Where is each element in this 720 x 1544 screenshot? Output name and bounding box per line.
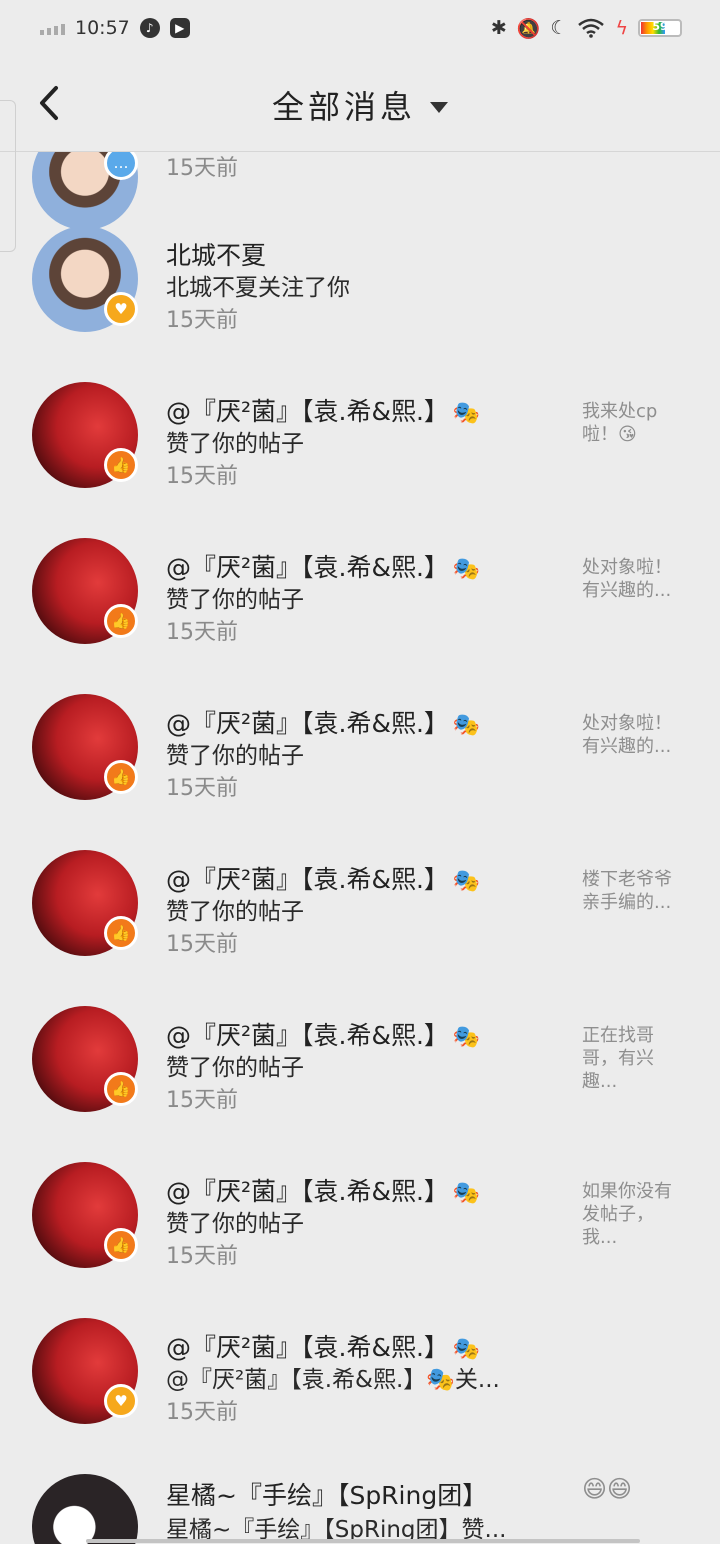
- message-action: 赞了你的帖子: [166, 587, 304, 613]
- post-preview[interactable]: 如果你没有发帖子，我...: [582, 1180, 674, 1249]
- sender-name-text: @『厌²菌』【袁.希&熙.】: [166, 553, 449, 582]
- sender-name-text: @『厌²菌』【袁.希&熙.】: [166, 709, 449, 738]
- status-bar: 10:57 ♪ ▶ ✱ 🔕 ☾ ϟ 59: [0, 0, 720, 56]
- sender-name-text: @『厌²菌』【袁.希&熙.】: [166, 865, 449, 894]
- message-time: 15天前: [166, 776, 238, 801]
- thumbs-up-icon: 👍: [104, 448, 138, 482]
- message-list: … 15天前 ♥ 北城不夏 北城不夏关注了你 15天前 👍 @『厌²菌』【袁.希…: [0, 152, 720, 1544]
- list-item[interactable]: 👍 @『厌²菌』【袁.希&熙.】 🎭 赞了你的帖子 15天前 如果你没有发帖子，我…: [0, 1150, 720, 1306]
- message-action: 北城不夏关注了你: [166, 275, 350, 301]
- heart-icon: ♥: [104, 1384, 138, 1418]
- sender-name[interactable]: @『厌²菌』【袁.希&熙.】 🎭: [166, 860, 480, 896]
- post-preview[interactable]: 正在找哥哥，有兴趣...: [582, 1024, 674, 1093]
- sender-name-text: @『厌²菌』【袁.希&熙.】: [166, 1021, 449, 1050]
- post-preview[interactable]: 处对象啦！有兴趣的...: [582, 556, 674, 602]
- charging-icon: ϟ: [615, 17, 628, 39]
- message-action: @『厌²菌』【袁.希&熙.】🎭关...: [166, 1367, 500, 1393]
- sender-name[interactable]: @『厌²菌』【袁.希&熙.】 🎭: [166, 548, 480, 584]
- sender-name-text: @『厌²菌』【袁.希&熙.】: [166, 1177, 449, 1206]
- message-time: 15天前: [166, 620, 238, 645]
- music-app-icon: ♪: [139, 18, 160, 38]
- status-left: 10:57 ♪ ▶: [40, 17, 190, 39]
- video-app-icon: ▶: [169, 18, 190, 38]
- signal-icon: [40, 21, 65, 35]
- list-item[interactable]: ♥ 北城不夏 北城不夏关注了你 15天前: [0, 214, 720, 370]
- list-item[interactable]: 👍 @『厌²菌』【袁.希&熙.】 🎭 赞了你的帖子 15天前 处对象啦！有兴趣的.…: [0, 682, 720, 838]
- sender-name[interactable]: @『厌²菌』【袁.希&熙.】 🎭: [166, 392, 480, 428]
- battery-level: 59: [652, 20, 668, 33]
- list-item[interactable]: ♥ @『厌²菌』【袁.希&熙.】 🎭 @『厌²菌』【袁.希&熙.】🎭关... 15…: [0, 1306, 720, 1462]
- sender-name[interactable]: @『厌²菌』【袁.希&熙.】 🎭: [166, 1016, 480, 1052]
- thumbs-up-icon: 👍: [104, 916, 138, 950]
- mute-bell-icon: 🔕: [516, 17, 541, 40]
- theater-masks-icon: 🎭: [452, 869, 481, 894]
- wifi-icon: [578, 18, 605, 38]
- theater-masks-icon: 🎭: [452, 401, 481, 426]
- theater-masks-icon: 🎭: [452, 713, 481, 738]
- thumbs-up-icon: 👍: [104, 1228, 138, 1262]
- moon-icon: ☾: [550, 17, 568, 39]
- sender-name[interactable]: 北城不夏: [166, 236, 266, 272]
- message-time: 15天前: [166, 156, 238, 181]
- scrollbar[interactable]: [86, 1539, 640, 1543]
- message-time: 15天前: [166, 464, 238, 489]
- sender-name-text: @『厌²菌』【袁.希&熙.】: [166, 397, 449, 426]
- list-item[interactable]: 👍 @『厌²菌』【袁.希&熙.】 🎭 赞了你的帖子 15天前 我来处cp啦！😘: [0, 370, 720, 526]
- status-right: ✱ 🔕 ☾ ϟ 59: [491, 17, 682, 40]
- theater-masks-icon: 🎭: [452, 1337, 481, 1362]
- message-action: 赞了你的帖子: [166, 431, 304, 457]
- post-preview[interactable]: 楼下老爷爷亲手编的...: [582, 868, 674, 914]
- caret-down-icon: [430, 101, 448, 113]
- theater-masks-icon: 🎭: [452, 557, 481, 582]
- theater-masks-icon: 🎭: [452, 1025, 481, 1050]
- post-preview[interactable]: 😄😄: [582, 1477, 674, 1501]
- message-time: 15天前: [166, 308, 238, 333]
- post-preview[interactable]: 处对象啦！有兴趣的...: [582, 712, 674, 758]
- heart-icon: ♥: [104, 292, 138, 326]
- message-action: 赞了你的帖子: [166, 1055, 304, 1081]
- list-item-partial[interactable]: … 15天前: [0, 152, 720, 230]
- sender-name[interactable]: 星橘~『手绘』【SpRing团】: [166, 1476, 487, 1512]
- sender-name[interactable]: @『厌²菌』【袁.希&熙.】 🎭: [166, 704, 480, 740]
- app-header: 全部消息: [0, 56, 720, 152]
- message-action: 赞了你的帖子: [166, 743, 304, 769]
- page-title: 全部消息: [271, 88, 416, 126]
- message-action: 赞了你的帖子: [166, 899, 304, 925]
- message-time: 15天前: [166, 1400, 238, 1425]
- sender-name-text: @『厌²菌』【袁.希&熙.】: [166, 1333, 449, 1362]
- message-filter-dropdown[interactable]: 全部消息: [0, 82, 720, 128]
- list-item[interactable]: 👍 @『厌²菌』【袁.希&熙.】 🎭 赞了你的帖子 15天前 处对象啦！有兴趣的.…: [0, 526, 720, 682]
- thumbs-up-icon: 👍: [104, 1072, 138, 1106]
- bluetooth-icon: ✱: [490, 17, 507, 39]
- battery-icon: 59: [638, 19, 682, 37]
- list-item[interactable]: 👍 @『厌²菌』【袁.希&熙.】 🎭 赞了你的帖子 15天前 正在找哥哥，有兴趣.…: [0, 994, 720, 1150]
- thumbs-up-icon: 👍: [104, 760, 138, 794]
- avatar[interactable]: [32, 1474, 138, 1544]
- post-preview[interactable]: 我来处cp啦！😘: [582, 400, 674, 446]
- message-time: 15天前: [166, 1088, 238, 1113]
- theater-masks-icon: 🎭: [452, 1181, 481, 1206]
- list-item[interactable]: 星橘~『手绘』【SpRing团】 星橘~『手绘』【SpRing团】赞... 😄😄: [0, 1462, 720, 1544]
- status-time: 10:57: [75, 17, 130, 39]
- message-action: 赞了你的帖子: [166, 1211, 304, 1237]
- message-time: 15天前: [166, 1244, 238, 1269]
- message-time: 15天前: [166, 932, 238, 957]
- list-item[interactable]: 👍 @『厌²菌』【袁.希&熙.】 🎭 赞了你的帖子 15天前 楼下老爷爷亲手编的.…: [0, 838, 720, 994]
- sender-name[interactable]: @『厌²菌』【袁.希&熙.】 🎭: [166, 1172, 480, 1208]
- sender-name[interactable]: @『厌²菌』【袁.希&熙.】 🎭: [166, 1328, 480, 1364]
- thumbs-up-icon: 👍: [104, 604, 138, 638]
